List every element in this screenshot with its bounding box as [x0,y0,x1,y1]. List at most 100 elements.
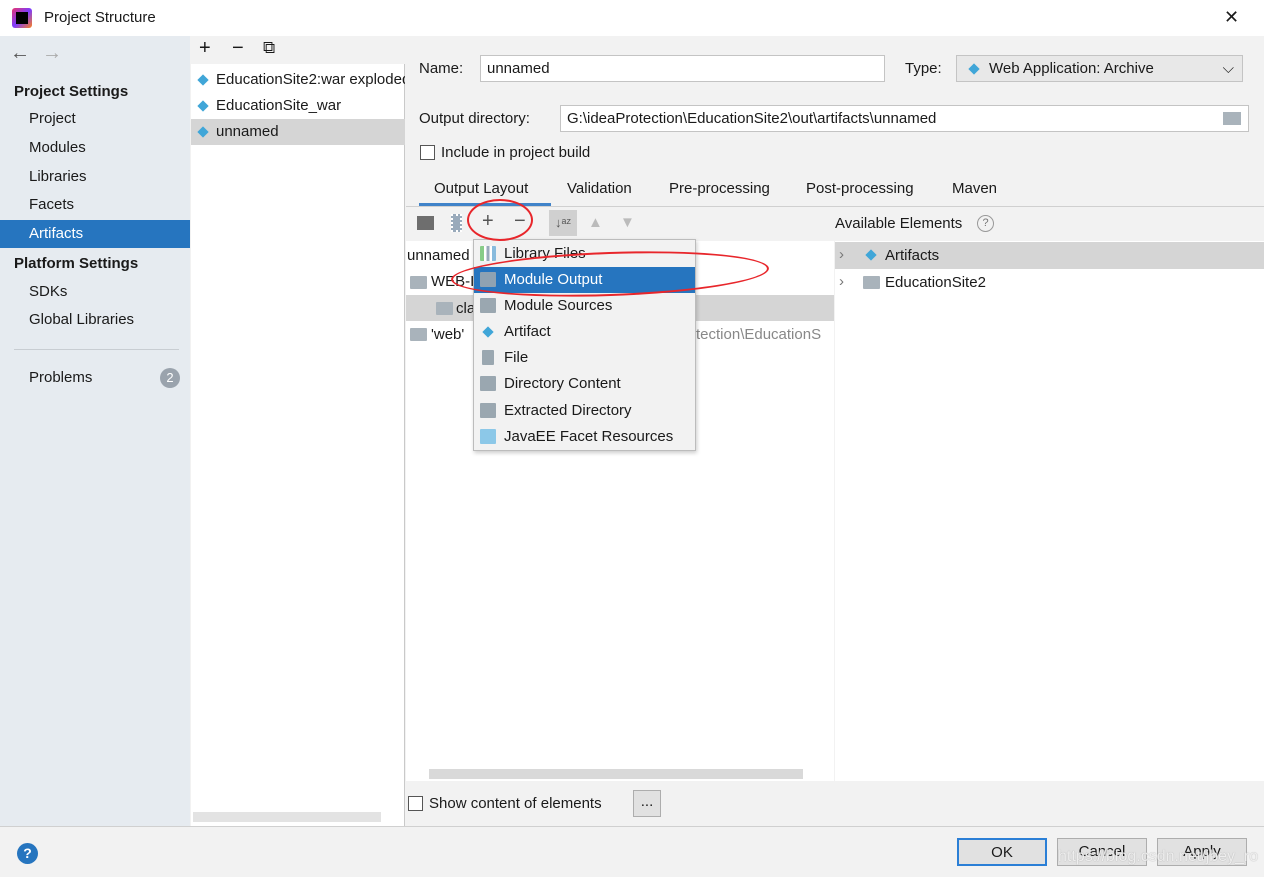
output-dir-label: Output directory: [419,110,530,127]
add-icon[interactable]: + [199,37,211,60]
sidebar-item-project[interactable]: Project [0,105,190,133]
watermark: https://blog.csdn.net/jbey_ro [1058,848,1259,865]
sidebar-item-global-libraries[interactable]: Global Libraries [0,306,190,334]
archive-icon[interactable] [451,214,462,232]
available-item-label: EducationSite2 [885,274,986,291]
artifact-icon [196,73,210,87]
extracted-directory-icon [480,403,496,418]
file-icon [482,350,494,365]
problems-count-badge: 2 [160,368,180,388]
menu-item-artifact[interactable]: Artifact [474,319,695,345]
tab-pre-processing[interactable]: Pre-processing [669,180,770,206]
list-item-label: EducationSite2:war exploded [216,71,405,88]
new-directory-icon[interactable] [417,216,434,230]
folder-icon [410,276,427,289]
chevron-right-icon[interactable]: › [839,246,844,263]
browse-folder-icon[interactable] [1223,112,1241,125]
sidebar-item-libraries[interactable]: Libraries [0,163,190,191]
type-label: Type: [905,60,942,77]
output-dir-input[interactable]: G:\ideaProtection\EducationSite2\out\art… [560,105,1249,132]
menu-item-label: Directory Content [504,375,621,392]
sort-icon[interactable]: ↓ᵃᶻ [549,210,577,236]
platform-settings-heading: Platform Settings [14,255,139,272]
tree-node-web-path: tection\EducationS [696,326,822,343]
menu-item-module-sources[interactable]: Module Sources [474,293,695,319]
sidebar: ← → Project Settings Project Modules Lib… [0,36,190,826]
directory-icon [480,376,496,391]
annotation-circle-add [467,199,533,241]
move-up-icon[interactable]: ▲ [588,214,603,231]
ok-button[interactable]: OK [957,838,1047,866]
show-content-options-button[interactable]: ... [633,790,661,817]
list-item[interactable]: EducationSite_war [191,93,405,119]
menu-item-javaee-facet-resources[interactable]: JavaEE Facet Resources [474,424,695,450]
menu-item-file[interactable]: File [474,345,695,371]
window-title: Project Structure [44,9,156,26]
menu-item-label: Artifact [504,323,551,340]
intellij-logo-icon [12,8,32,28]
move-down-icon[interactable]: ▼ [620,214,635,231]
artifact-icon [196,125,210,139]
menu-item-extracted-directory[interactable]: Extracted Directory [474,398,695,424]
type-select[interactable]: Web Application: Archive ⌵ [956,55,1243,82]
sidebar-item-problems[interactable]: Problems 2 [0,364,190,392]
problems-label: Problems [29,369,93,386]
list-item[interactable]: unnamed [191,119,405,145]
menu-item-directory-content[interactable]: Directory Content [474,371,695,397]
available-elements-tree: › Artifacts › EducationSite2 [835,241,1264,781]
include-in-build-label: Include in project build [441,144,591,161]
show-content-label: Show content of elements [429,795,602,812]
sidebar-item-sdks[interactable]: SDKs [0,278,190,306]
list-item-label: unnamed [216,123,279,140]
tab-maven[interactable]: Maven [952,180,997,206]
divider [14,349,179,350]
footer-divider [0,826,1264,827]
project-settings-heading: Project Settings [14,83,129,100]
tab-divider [406,206,1264,207]
list-item[interactable]: EducationSite2:war exploded [191,67,405,93]
available-item-label: Artifacts [885,247,940,264]
available-item-module[interactable]: › EducationSite2 [835,269,1264,296]
tab-validation[interactable]: Validation [567,180,632,206]
list-item-label: EducationSite_war [216,97,342,114]
chevron-down-icon: ⌵ [1222,60,1234,77]
horizontal-scrollbar[interactable] [429,769,803,779]
horizontal-scrollbar[interactable] [193,812,381,822]
include-in-build-checkbox[interactable] [420,145,435,160]
artifact-icon [196,99,210,113]
remove-icon[interactable]: − [232,37,244,60]
copy-icon[interactable]: ⧉ [263,38,275,58]
type-value: Web Application: Archive [989,60,1154,77]
sidebar-item-modules[interactable]: Modules [0,134,190,162]
tree-node-root[interactable]: unnamed [407,247,470,264]
close-icon[interactable]: ✕ [1224,7,1239,28]
available-elements-label: Available Elements [835,215,963,232]
folder-icon [410,328,427,341]
facet-resources-icon [480,429,496,444]
chevron-right-icon[interactable]: › [839,273,844,290]
artifact-icon [864,248,878,262]
menu-item-label: File [504,349,529,366]
library-icon [480,246,496,261]
title-bar: Project Structure ✕ [0,0,1264,36]
sidebar-item-artifacts[interactable]: Artifacts [0,220,190,248]
help-icon[interactable]: ? [977,215,994,232]
tab-post-processing[interactable]: Post-processing [806,180,914,206]
module-sources-icon [480,298,496,313]
available-item-artifacts[interactable]: › Artifacts [835,242,1264,269]
forward-icon[interactable]: → [42,42,62,65]
help-button[interactable]: ? [17,843,38,864]
module-folder-icon [863,276,880,289]
sidebar-item-facets[interactable]: Facets [0,191,190,219]
name-input[interactable]: unnamed [480,55,885,82]
web-app-icon [967,62,981,76]
tree-node-web[interactable]: 'web' [431,326,464,343]
artifacts-toolbar: + − ⧉ [191,36,405,64]
menu-item-label: JavaEE Facet Resources [504,428,674,445]
artifact-icon [481,325,495,339]
artifacts-list: + − ⧉ EducationSite2:war exploded Educat… [191,36,405,826]
menu-item-label: Extracted Directory [504,402,632,419]
show-content-checkbox[interactable] [408,796,423,811]
back-icon[interactable]: ← [10,42,30,65]
name-label: Name: [419,60,464,77]
